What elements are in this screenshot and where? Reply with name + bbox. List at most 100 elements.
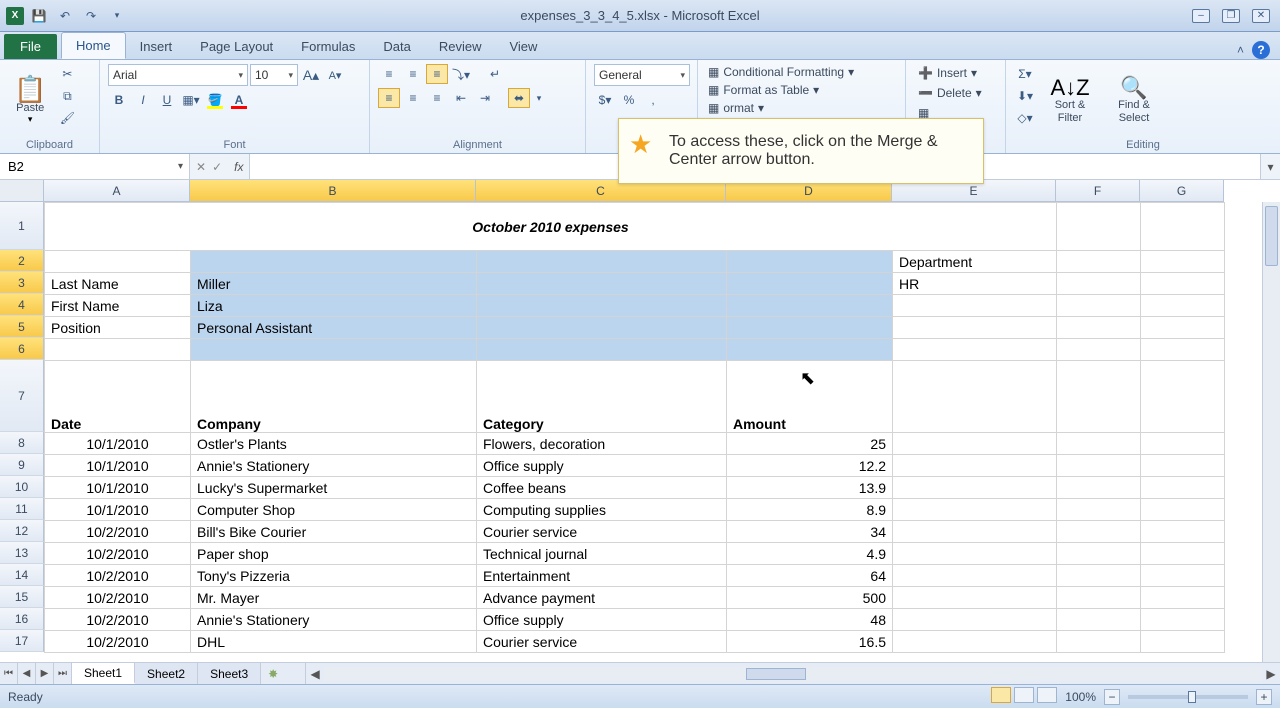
cell[interactable] bbox=[893, 339, 1057, 361]
row-header-14[interactable]: 14 bbox=[0, 564, 44, 586]
redo-icon[interactable]: ↷ bbox=[80, 5, 102, 27]
cell[interactable]: Position bbox=[45, 317, 191, 339]
cell[interactable] bbox=[1141, 251, 1225, 273]
data-cell[interactable]: Coffee beans bbox=[477, 477, 727, 499]
cell[interactable] bbox=[191, 339, 477, 361]
data-cell[interactable] bbox=[1141, 543, 1225, 565]
data-cell[interactable] bbox=[1057, 521, 1141, 543]
cell[interactable] bbox=[477, 295, 727, 317]
paste-button[interactable]: 📋 Paste ▾ bbox=[8, 64, 52, 137]
comma-format-icon[interactable]: , bbox=[642, 90, 664, 110]
conditional-formatting-button[interactable]: ▦Conditional Formatting ▾ bbox=[706, 64, 897, 80]
header-cell[interactable] bbox=[893, 361, 1057, 433]
tab-view[interactable]: View bbox=[495, 34, 551, 59]
close-button[interactable]: ✕ bbox=[1252, 9, 1270, 23]
data-cell[interactable]: 10/1/2010 bbox=[45, 499, 191, 521]
align-center-icon[interactable]: ≡ bbox=[402, 88, 424, 108]
row-header-9[interactable]: 9 bbox=[0, 454, 44, 476]
data-cell[interactable]: 10/1/2010 bbox=[45, 477, 191, 499]
cell[interactable] bbox=[1057, 203, 1141, 251]
cell[interactable] bbox=[477, 317, 727, 339]
orientation-icon[interactable]: ⤵▾ bbox=[450, 64, 472, 84]
row-header-10[interactable]: 10 bbox=[0, 476, 44, 498]
horizontal-scrollbar[interactable]: ◀▶ bbox=[305, 663, 1280, 684]
data-cell[interactable]: 48 bbox=[727, 609, 893, 631]
cell[interactable] bbox=[45, 251, 191, 273]
merge-center-arrow[interactable]: ▾ bbox=[532, 88, 546, 108]
row-header-2[interactable]: 2 bbox=[0, 250, 44, 272]
cell[interactable]: First Name bbox=[45, 295, 191, 317]
sort-filter-button[interactable]: A↓Z Sort & Filter bbox=[1040, 64, 1100, 137]
qat-customize-icon[interactable]: ▾ bbox=[106, 5, 128, 27]
sheet-tab-sheet1[interactable]: Sheet1 bbox=[72, 663, 135, 684]
cell-styles-button[interactable]: ▦ormat ▾ bbox=[706, 100, 897, 116]
new-sheet-button[interactable]: ✸ bbox=[261, 663, 285, 684]
align-right-icon[interactable]: ≡ bbox=[426, 88, 448, 108]
data-cell[interactable] bbox=[1141, 477, 1225, 499]
data-cell[interactable]: 64 bbox=[727, 565, 893, 587]
tab-nav-last-icon[interactable]: ⏭ bbox=[54, 663, 72, 684]
zoom-slider[interactable] bbox=[1128, 695, 1248, 699]
data-cell[interactable] bbox=[1057, 455, 1141, 477]
page-layout-view-button[interactable] bbox=[1014, 687, 1034, 703]
row-header-13[interactable]: 13 bbox=[0, 542, 44, 564]
data-cell[interactable] bbox=[1057, 587, 1141, 609]
header-cell[interactable]: Date bbox=[45, 361, 191, 433]
increase-indent-icon[interactable]: ⇥ bbox=[474, 88, 496, 108]
clear-icon[interactable]: ◇▾ bbox=[1014, 108, 1036, 128]
row-header-1[interactable]: 1 bbox=[0, 202, 44, 250]
align-bottom-icon[interactable]: ≡ bbox=[426, 64, 448, 84]
data-cell[interactable]: 4.9 bbox=[727, 543, 893, 565]
cell[interactable]: Department bbox=[893, 251, 1057, 273]
align-middle-icon[interactable]: ≡ bbox=[402, 64, 424, 84]
data-cell[interactable] bbox=[1141, 499, 1225, 521]
data-cell[interactable] bbox=[1057, 477, 1141, 499]
copy-icon[interactable]: ⧉ bbox=[56, 86, 78, 106]
tab-data[interactable]: Data bbox=[369, 34, 424, 59]
data-cell[interactable]: Annie's Stationery bbox=[191, 609, 477, 631]
cell[interactable] bbox=[1057, 273, 1141, 295]
data-cell[interactable]: 34 bbox=[727, 521, 893, 543]
data-cell[interactable]: 10/2/2010 bbox=[45, 587, 191, 609]
data-cell[interactable]: Courier service bbox=[477, 631, 727, 653]
data-cell[interactable]: 8.9 bbox=[727, 499, 893, 521]
cell[interactable] bbox=[477, 251, 727, 273]
tab-nav-first-icon[interactable]: ⏮ bbox=[0, 663, 18, 684]
cell[interactable] bbox=[477, 339, 727, 361]
fill-icon[interactable]: ⬇▾ bbox=[1014, 86, 1036, 106]
normal-view-button[interactable] bbox=[991, 687, 1011, 703]
cell[interactable]: Last Name bbox=[45, 273, 191, 295]
data-cell[interactable] bbox=[1141, 609, 1225, 631]
row-header-12[interactable]: 12 bbox=[0, 520, 44, 542]
cell[interactable] bbox=[1141, 295, 1225, 317]
data-cell[interactable]: Office supply bbox=[477, 609, 727, 631]
find-select-button[interactable]: 🔍 Find & Select bbox=[1104, 64, 1164, 137]
format-painter-icon[interactable]: 🖌 bbox=[56, 108, 78, 128]
cut-icon[interactable]: ✂ bbox=[56, 64, 78, 84]
sheet-tab-sheet2[interactable]: Sheet2 bbox=[135, 663, 198, 684]
data-cell[interactable]: Entertainment bbox=[477, 565, 727, 587]
cell[interactable] bbox=[727, 317, 893, 339]
merge-center-button[interactable]: ⬌ bbox=[508, 88, 530, 108]
accounting-format-icon[interactable]: $▾ bbox=[594, 90, 616, 110]
data-cell[interactable] bbox=[893, 609, 1057, 631]
column-header-B[interactable]: B bbox=[190, 180, 476, 202]
percent-format-icon[interactable]: % bbox=[618, 90, 640, 110]
cell[interactable] bbox=[1141, 273, 1225, 295]
fx-icon[interactable]: fx bbox=[228, 154, 249, 179]
autosum-icon[interactable]: Σ▾ bbox=[1014, 64, 1036, 84]
column-header-G[interactable]: G bbox=[1140, 180, 1224, 202]
worksheet-grid[interactable]: ABCDEFG 1234567891011121314151617 Octobe… bbox=[0, 180, 1280, 662]
vertical-scrollbar[interactable] bbox=[1262, 202, 1280, 662]
tab-insert[interactable]: Insert bbox=[126, 34, 187, 59]
data-cell[interactable] bbox=[1057, 631, 1141, 653]
sheet-tab-sheet3[interactable]: Sheet3 bbox=[198, 663, 261, 684]
data-cell[interactable] bbox=[893, 565, 1057, 587]
cell[interactable] bbox=[1057, 339, 1141, 361]
grow-font-icon[interactable]: A▴ bbox=[300, 65, 322, 85]
bold-button[interactable]: B bbox=[108, 90, 130, 110]
data-cell[interactable] bbox=[893, 521, 1057, 543]
cell[interactable]: Personal Assistant bbox=[191, 317, 477, 339]
align-top-icon[interactable]: ≡ bbox=[378, 64, 400, 84]
data-cell[interactable]: Computer Shop bbox=[191, 499, 477, 521]
